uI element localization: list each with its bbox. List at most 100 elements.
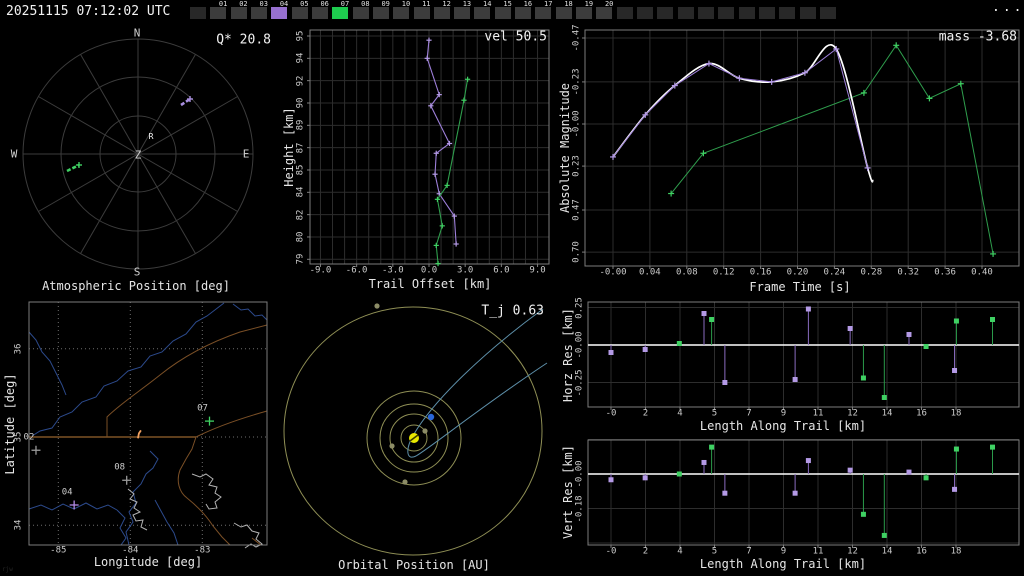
tisserand-badge: T_j 0.63	[481, 303, 544, 319]
river	[31, 302, 225, 437]
camera-slot-04[interactable]	[271, 7, 288, 19]
height-tick: 82	[295, 209, 306, 221]
camera-slot[interactable]	[616, 7, 633, 19]
residual-marker	[953, 446, 959, 452]
residual-marker	[676, 341, 682, 346]
vert-length-axis-label: Length Along Trail [km]	[699, 557, 867, 571]
camera-slot-15[interactable]	[494, 7, 511, 19]
camera-slot[interactable]	[819, 7, 836, 19]
camera-slot-13[interactable]	[454, 7, 471, 19]
camera-slot[interactable]	[677, 7, 694, 19]
camera-slot-10[interactable]	[393, 7, 410, 19]
height-tick: 89	[295, 119, 306, 131]
magnitude-tick: 0.23	[571, 155, 582, 177]
horz-length-axis-label: Length Along Trail [km]	[699, 419, 867, 433]
magnitude-tick: -0.23	[571, 68, 582, 96]
camera-slot-11[interactable]	[413, 7, 430, 19]
frame-time-tick: 0.40	[971, 267, 993, 278]
camera-slot-05[interactable]	[291, 7, 308, 19]
trail-offset-tick: -9.0	[309, 265, 332, 276]
camera-slot-number: 09	[381, 0, 390, 8]
camera-slot[interactable]	[779, 7, 796, 19]
camera-slot-03[interactable]	[250, 7, 267, 19]
camera-slot-16[interactable]	[515, 7, 532, 19]
camera-slot-09[interactable]	[372, 7, 389, 19]
length-tick: 9	[780, 408, 787, 419]
lake-shore	[233, 522, 263, 549]
series-line	[426, 40, 457, 245]
frame-time-tick: 0.36	[934, 267, 956, 278]
river	[232, 303, 268, 321]
camera-slot-number: 12	[442, 0, 451, 8]
lake-shore	[191, 473, 222, 510]
frame-time-tick: 0.04	[639, 267, 661, 278]
longitude-tick: -84	[122, 545, 139, 556]
camera-slot-number: 20	[604, 0, 614, 8]
plot-frame	[28, 301, 268, 546]
orbital-title: Orbital Position [AU]	[338, 558, 490, 572]
station-id-04: 04	[61, 487, 73, 498]
camera-slot[interactable]	[799, 7, 816, 19]
camera-slot[interactable]	[637, 7, 654, 19]
residual-marker	[847, 326, 853, 331]
camera-slot-number: 17	[544, 0, 553, 8]
residual-marker	[805, 458, 811, 464]
compass-w-label: W	[10, 147, 18, 161]
residual-marker	[792, 377, 798, 382]
meteor-trail	[66, 163, 80, 173]
camera-slot-07[interactable]	[332, 7, 349, 19]
camera-slot-18[interactable]	[555, 7, 572, 19]
camera-slot-number: 04	[279, 0, 289, 8]
camera-slot-06[interactable]	[311, 7, 328, 19]
camera-slot-number: 05	[300, 0, 309, 8]
frame-time-tick: 0.28	[860, 267, 883, 278]
trail-offset-tick: -6.0	[345, 265, 368, 276]
menu-button[interactable]: ...	[992, 1, 1024, 14]
series-line	[612, 48, 869, 169]
frame-time-tick: 0.20	[786, 267, 809, 278]
length-tick: 12	[847, 546, 858, 557]
camera-slot[interactable]	[190, 7, 206, 19]
camera-slot-08[interactable]	[352, 7, 369, 19]
frame-time-tick: 0.08	[675, 267, 698, 278]
length-tick: 18	[950, 408, 962, 419]
residual-marker	[952, 368, 958, 373]
horz-res-tick: 0.25	[574, 296, 585, 319]
camera-slot[interactable]	[758, 7, 775, 19]
length-tick: -0	[605, 546, 617, 557]
length-tick: -0	[605, 408, 617, 419]
height-tick: 85	[295, 164, 306, 176]
residual-marker	[722, 490, 728, 496]
length-tick: 5	[711, 408, 718, 419]
planet-dot	[389, 443, 395, 449]
river	[28, 331, 67, 396]
length-tick: 5	[711, 546, 718, 557]
residual-marker	[709, 317, 715, 322]
camera-slot-19[interactable]	[576, 7, 593, 19]
station-id-02: 02	[23, 432, 35, 443]
camera-slot-01[interactable]	[210, 7, 227, 19]
camera-slot-02[interactable]	[230, 7, 247, 19]
earth-dot	[427, 413, 435, 421]
residual-marker	[906, 332, 912, 337]
camera-slot-14[interactable]	[474, 7, 491, 19]
camera-slot-20[interactable]	[596, 7, 613, 19]
latitude-tick: 35	[13, 431, 24, 443]
height-tick: 84	[295, 186, 306, 198]
camera-slot-12[interactable]	[433, 7, 450, 19]
vert-res-tick: -0.18	[574, 494, 585, 523]
horz-res-tick: -0.00	[574, 331, 585, 359]
camera-slot[interactable]	[718, 7, 735, 19]
residual-marker	[953, 318, 959, 324]
camera-slot[interactable]	[738, 7, 755, 19]
frame-time-tick: -0.00	[599, 267, 627, 278]
camera-slot-number: 15	[503, 0, 512, 8]
longitude-tick: -83	[194, 545, 211, 556]
clock: 20251115 07:12:02 UTC	[6, 4, 171, 19]
camera-slot-number: 07	[340, 0, 350, 8]
camera-slot-17[interactable]	[535, 7, 552, 19]
meteor-trail	[180, 97, 191, 107]
camera-slot[interactable]	[657, 7, 674, 19]
residual-marker	[722, 380, 728, 385]
camera-slot[interactable]	[698, 7, 714, 19]
